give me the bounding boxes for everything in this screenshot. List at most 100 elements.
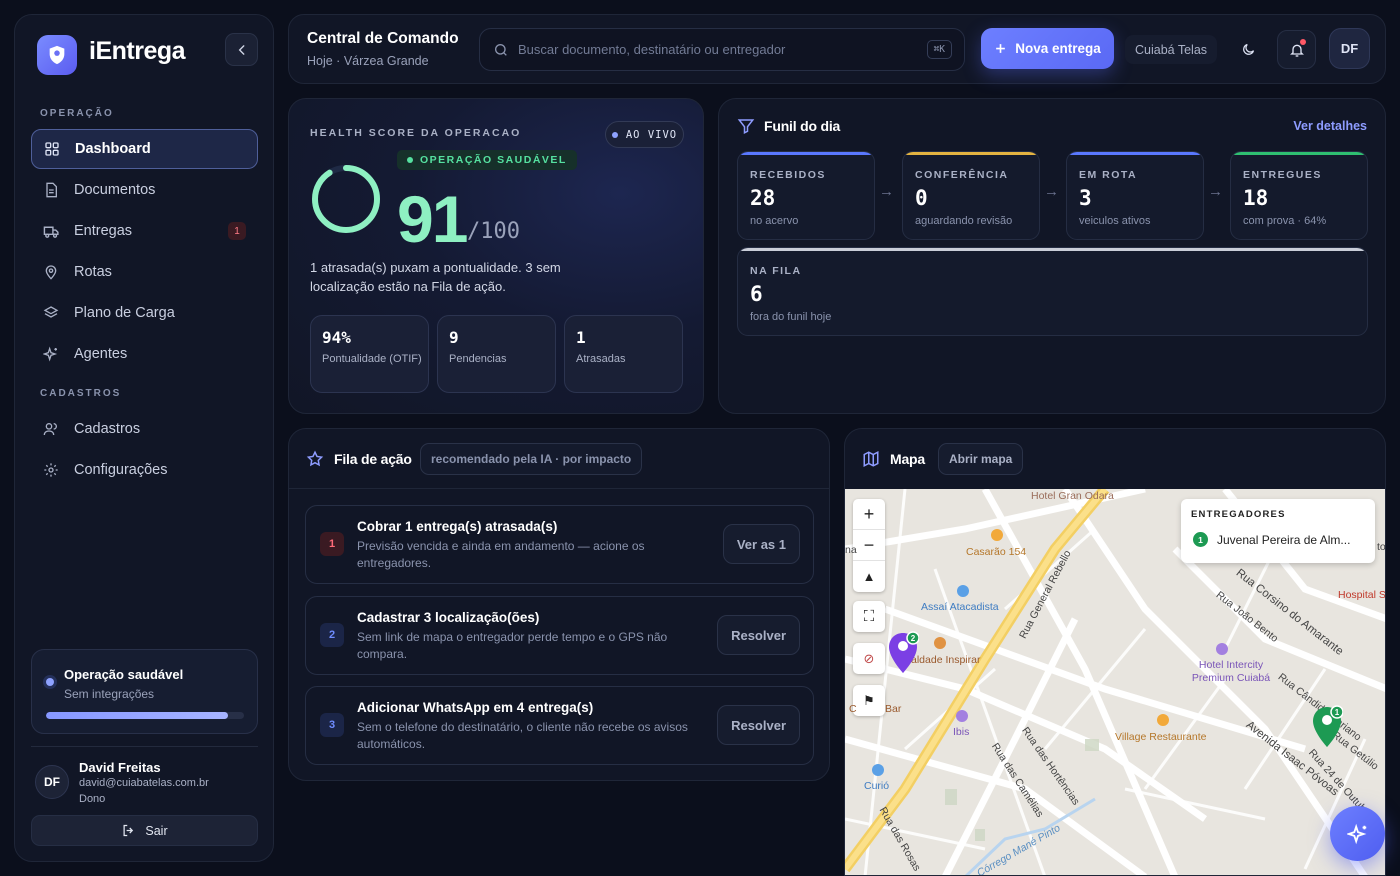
resolve-button[interactable]: Resolver: [717, 615, 800, 655]
funnel-stage-entregues[interactable]: ENTREGUES 18 com prova · 64%: [1230, 151, 1368, 240]
kpi-card-pendencias[interactable]: 9 Pendencias: [437, 315, 556, 393]
status-progress-fill: [46, 712, 229, 719]
stage-accent: [903, 152, 1039, 155]
view-late-button[interactable]: Ver as 1: [722, 524, 800, 564]
sidebar-item-cadastros[interactable]: Cadastros: [31, 409, 258, 449]
sidebar-item-entregas[interactable]: Entregas 1: [31, 211, 258, 251]
funnel-stage-na-fila[interactable]: NA FILA 6 fora do funil hoje: [737, 247, 1368, 336]
delivery-marker-icon[interactable]: 1: [1311, 705, 1343, 749]
map-pin-icon: [42, 263, 60, 281]
sidebar-item-rotas[interactable]: Rotas: [31, 252, 258, 292]
sidebar-item-label: Rotas: [74, 264, 112, 280]
avatar[interactable]: DF: [35, 765, 69, 799]
sidebar-item-label: Documentos: [74, 182, 156, 198]
action-queue-card: Fila de ação recomendado pela IA · por i…: [288, 428, 830, 781]
grid-icon: [43, 140, 61, 158]
ai-assistant-button[interactable]: [1330, 806, 1385, 861]
stage-sub: no acervo: [750, 215, 799, 227]
action-item: 1 Cobrar 1 entrega(s) atrasada(s) Previs…: [305, 505, 814, 584]
action-number: 1: [320, 532, 344, 556]
status-badge-label: OPERAÇÃO SAUDÁVEL: [420, 154, 567, 166]
notification-dot: [1300, 39, 1306, 45]
funnel-stage-conferencia[interactable]: CONFERÊNCIA 0 aguardando revisão: [902, 151, 1040, 240]
status-badge: OPERAÇÃO SAUDÁVEL: [397, 150, 577, 170]
sidebar-item-dashboard[interactable]: Dashboard: [31, 129, 258, 169]
theme-toggle-button[interactable]: [1229, 30, 1268, 69]
sidebar-item-label: Agentes: [74, 346, 128, 362]
arrow-right-icon: →: [879, 183, 894, 200]
zoom-out-button[interactable]: −: [853, 530, 885, 561]
sidebar-item-configuracoes[interactable]: Configurações: [31, 450, 258, 490]
reset-north-button[interactable]: ▲: [853, 561, 885, 592]
stage-value: 0: [915, 186, 928, 210]
logout-icon: [123, 824, 134, 837]
logout-button[interactable]: Sair: [31, 815, 258, 846]
funnel-stage-recebidos[interactable]: RECEBIDOS 28 no acervo: [737, 151, 875, 240]
avatar[interactable]: DF: [1329, 28, 1370, 69]
kpi-card-otif[interactable]: 94% Pontualidade (OTIF): [310, 315, 429, 393]
notifications-button[interactable]: [1277, 30, 1316, 69]
health-eyebrow: HEALTH SCORE DA OPERACAO: [310, 127, 522, 139]
stage-sub: fora do funil hoje: [750, 311, 832, 323]
action-description: Sem o telefone do destinatário, o client…: [357, 720, 688, 751]
stage-accent: [738, 152, 874, 155]
delivery-marker-icon[interactable]: 2: [887, 631, 919, 675]
kpi-label: Pontualidade (OTIF): [322, 353, 422, 365]
map-label: to: [1377, 541, 1386, 553]
nav-section-operacao: OPERAÇÃO: [40, 108, 114, 119]
sidebar-item-label: Entregas: [74, 223, 133, 239]
kpi-card-atrasadas[interactable]: 1 Atrasadas: [564, 315, 683, 393]
new-delivery-label: Nova entrega: [1015, 41, 1101, 56]
stage-value: 18: [1243, 186, 1269, 210]
plus-icon: [996, 44, 1006, 53]
actions-title: Fila de ação: [334, 451, 412, 467]
sidebar-item-agentes[interactable]: Agentes: [31, 334, 258, 374]
status-dot: [46, 678, 54, 686]
funnel-details-link[interactable]: Ver detalhes: [1293, 119, 1367, 133]
map-title: Mapa: [890, 451, 925, 467]
action-description: Previsão vencida e ainda em andamento — …: [357, 539, 645, 570]
health-score-value: 91: [397, 182, 468, 256]
map-style-button[interactable]: ⚑: [853, 685, 885, 716]
status-subtitle: Sem integrações: [64, 687, 155, 701]
sparkles-icon: [42, 345, 60, 363]
sidebar-item-plano-de-carga[interactable]: Plano de Carga: [31, 293, 258, 333]
kpi-value: 1: [576, 328, 586, 347]
action-title: Cadastrar 3 localização(ões): [357, 610, 540, 625]
stage-label: NA FILA: [750, 265, 802, 277]
map-canvas[interactable]: + − ▲ ⛶ ⊘ ⚑ Hotel Gran Odara Casarão 154…: [845, 489, 1386, 875]
kpi-value: 9: [449, 328, 459, 347]
map-label: Hospital S: [1338, 589, 1386, 601]
action-item: 3 Adicionar WhatsApp em 4 entrega(s) Sem…: [305, 686, 814, 765]
top-bar: Central de Comando Hoje · Várzea Grande …: [288, 14, 1386, 84]
open-map-button[interactable]: Abrir mapa: [938, 443, 1024, 475]
sidebar-item-documentos[interactable]: Documentos: [31, 170, 258, 210]
sparkles-icon: [1346, 823, 1366, 844]
collapse-sidebar-button[interactable]: [225, 33, 258, 66]
stage-label: RECEBIDOS: [750, 169, 826, 181]
zoom-in-button[interactable]: +: [853, 499, 885, 530]
legend-driver-name[interactable]: Juvenal Pereira de Alm...: [1217, 533, 1367, 547]
new-delivery-button[interactable]: Nova entrega: [981, 28, 1114, 69]
entregas-badge: 1: [228, 222, 246, 240]
kpi-label: Atrasadas: [576, 353, 626, 365]
divider: [31, 746, 258, 747]
marker-count: 1: [1335, 708, 1340, 717]
funnel-stage-em-rota[interactable]: EM ROTA 3 veiculos ativos: [1066, 151, 1204, 240]
stage-label: CONFERÊNCIA: [915, 169, 1009, 181]
map-label: C: [849, 703, 857, 715]
resolve-button[interactable]: Resolver: [717, 705, 800, 745]
chevron-left-icon: [238, 44, 244, 55]
divider: [289, 488, 829, 489]
fullscreen-control: ⛶: [853, 601, 885, 632]
logout-label: Sair: [145, 823, 168, 838]
search-input[interactable]: [518, 29, 908, 70]
org-switcher[interactable]: Cuiabá Telas: [1125, 35, 1218, 64]
geolocate-button[interactable]: ⊘: [853, 643, 885, 674]
gear-icon: [42, 461, 60, 479]
fullscreen-button[interactable]: ⛶: [853, 601, 885, 632]
stage-value: 6: [750, 282, 763, 306]
zoom-controls: + − ▲: [853, 499, 885, 592]
stage-accent: [1067, 152, 1203, 155]
live-dot: [611, 131, 618, 138]
